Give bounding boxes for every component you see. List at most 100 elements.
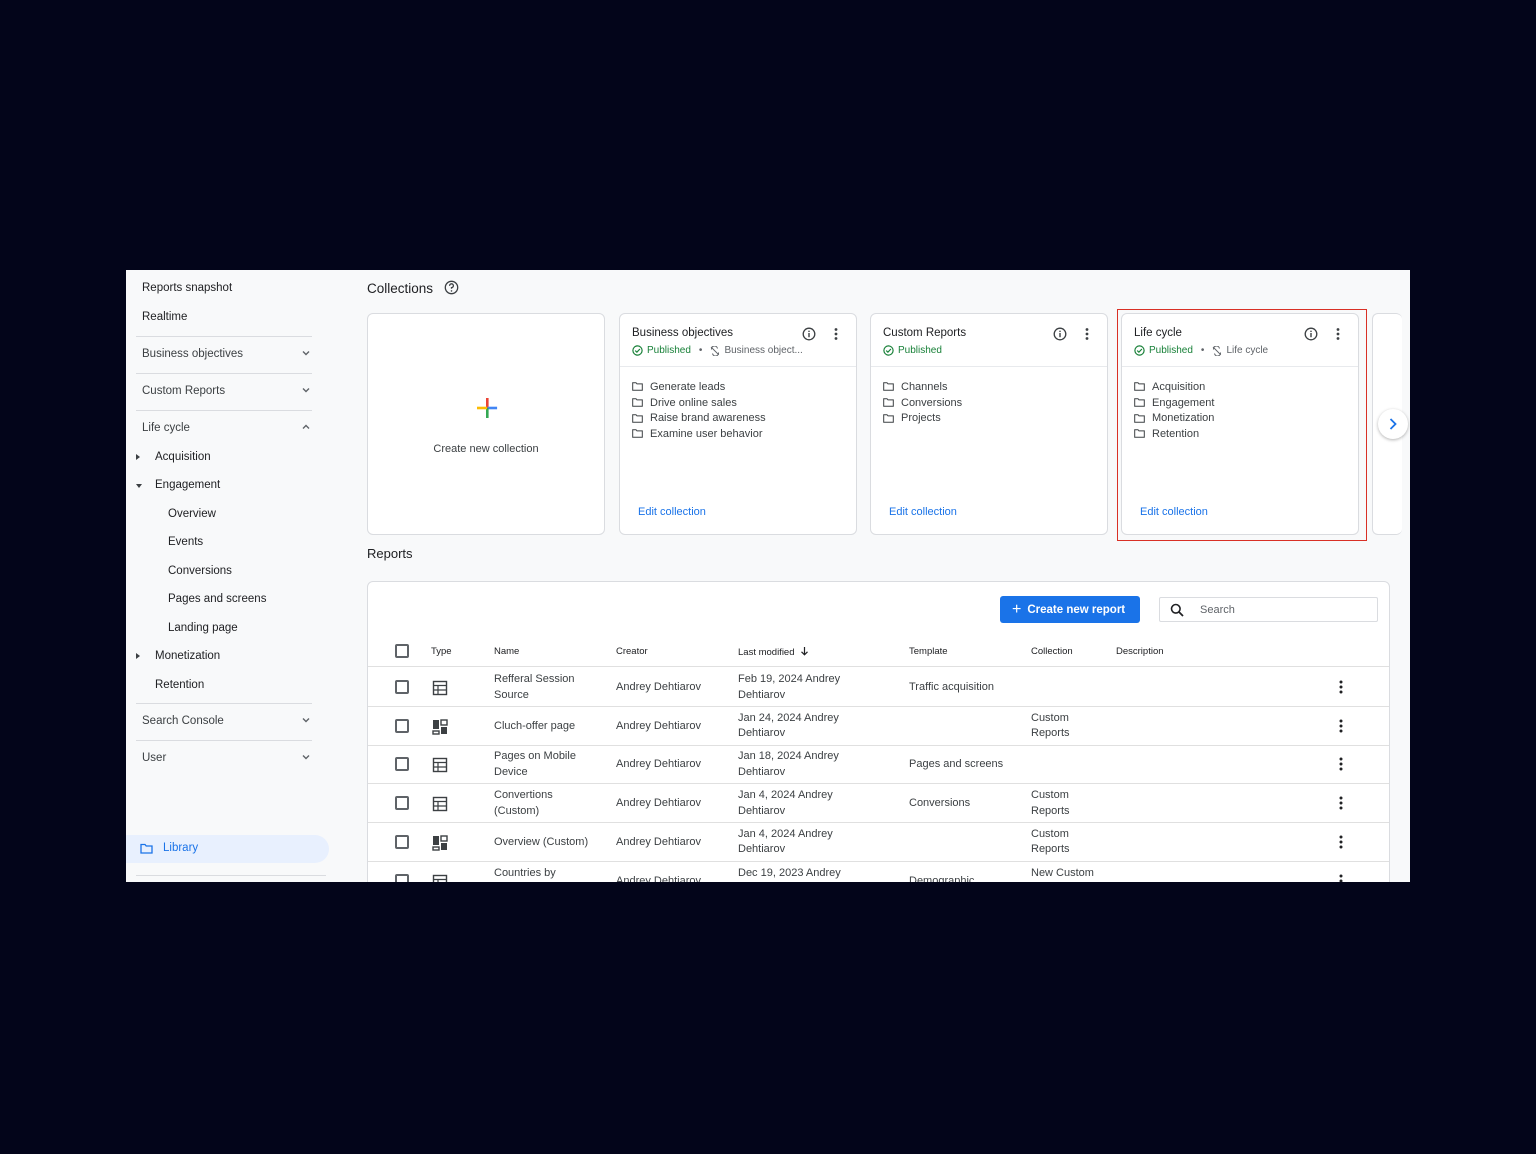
report-name-link[interactable]: Convertions (Custom) — [494, 788, 553, 819]
expand-arrow-icon[interactable] — [136, 653, 140, 659]
edit-collection-link[interactable]: Edit collection — [889, 506, 957, 518]
report-last-modified: Jan 4, 2024 Andrey Dehtiarov — [738, 827, 833, 858]
sidebar-section-custom-reports[interactable]: Custom Reports — [142, 385, 312, 397]
app-window: Reports snapshot Realtime Business objec… — [126, 270, 1410, 882]
check-circle-icon — [883, 345, 894, 356]
folder-label: Conversions — [901, 396, 963, 409]
cell-text: Jan 4, 2024 Andrey — [738, 827, 833, 840]
more-vert-icon[interactable] — [1339, 680, 1343, 694]
row-checkbox[interactable] — [395, 718, 409, 733]
table-row[interactable]: Convertions (Custom) Andrey Dehtiarov Jan 4… — [368, 784, 1389, 824]
cell-text: Custom — [1031, 711, 1069, 724]
row-checkbox[interactable] — [395, 680, 409, 694]
edit-collection-link[interactable]: Edit collection — [638, 506, 706, 518]
collection-card-custom-reports[interactable]: Custom Reports Published Channels Conver… — [870, 313, 1108, 535]
cell-text: Dehtiarov — [738, 727, 786, 740]
reports-heading: Reports — [367, 546, 413, 561]
column-header-last-modified[interactable]: Last modified — [738, 646, 809, 658]
folder-item: Projects — [883, 410, 962, 426]
sidebar-item-monetization[interactable]: Monetization — [155, 650, 220, 662]
folder-list: Generate leads Drive online sales Raise … — [632, 379, 766, 442]
table-row[interactable]: Cluch-offer page Andrey Dehtiarov Jan 24, … — [368, 707, 1389, 746]
table-icon — [432, 757, 448, 773]
sidebar-item-conversions[interactable]: Conversions — [168, 565, 232, 577]
chevron-up-icon — [302, 424, 310, 429]
search-placeholder: Search — [1200, 604, 1235, 616]
report-creator: Andrey Dehtiarov — [616, 797, 701, 810]
sidebar-item-events[interactable]: Events — [168, 536, 203, 548]
folder-icon — [632, 429, 643, 439]
expand-arrow-icon[interactable] — [136, 454, 140, 460]
column-header-creator[interactable]: Creator — [616, 646, 648, 657]
report-name-link[interactable]: Cluch-offer page — [494, 719, 575, 735]
next-collections-button[interactable] — [1378, 409, 1408, 439]
sidebar-item-acquisition[interactable]: Acquisition — [155, 451, 211, 463]
cell-text: Source — [494, 688, 529, 701]
sidebar-item-reports-snapshot[interactable]: Reports snapshot — [142, 282, 232, 294]
folder-icon — [140, 843, 153, 854]
info-icon[interactable] — [802, 327, 816, 341]
sidebar-item-landing-page[interactable]: Landing page — [168, 622, 238, 634]
cell-text: Jan 18, 2024 Andrey — [738, 750, 839, 763]
help-icon[interactable] — [444, 280, 459, 295]
more-vert-icon[interactable] — [1339, 757, 1343, 771]
column-header-name[interactable]: Name — [494, 646, 519, 657]
more-vert-icon[interactable] — [1339, 835, 1343, 849]
sidebar-section-search-console[interactable]: Search Console — [142, 715, 312, 727]
cell-text: Cluch-offer page — [494, 719, 576, 732]
row-checkbox[interactable] — [395, 796, 409, 811]
report-creator: Andrey Dehtiarov — [616, 758, 701, 771]
search-input[interactable]: Search — [1159, 597, 1378, 622]
cell-text: Custom — [1031, 827, 1069, 840]
column-header-collection[interactable]: Collection — [1031, 646, 1073, 657]
report-template: Demographic — [909, 874, 975, 883]
more-vert-icon[interactable] — [1339, 796, 1343, 810]
report-name-link[interactable]: Overview (Custom) — [494, 835, 588, 851]
more-vert-icon[interactable] — [830, 327, 842, 341]
collection-card-business-objectives[interactable]: Business objectives Published • Business… — [619, 313, 857, 535]
more-vert-icon[interactable] — [1339, 719, 1343, 733]
column-header-type[interactable]: Type — [431, 646, 452, 657]
collection-title: Business objectives — [632, 327, 733, 339]
report-last-modified: Feb 19, 2024 Andrey Dehtiarov — [738, 672, 840, 703]
row-checkbox[interactable] — [395, 834, 409, 849]
report-last-modified: Jan 18, 2024 Andrey Dehtiarov — [738, 749, 839, 780]
section-label: Life cycle — [142, 422, 190, 434]
info-icon[interactable] — [1053, 327, 1067, 341]
sidebar-item-pages-and-screens[interactable]: Pages and screens — [168, 593, 266, 605]
cell-text: Pages on Mobile — [494, 750, 576, 763]
sidebar-item-engagement[interactable]: Engagement — [155, 479, 220, 491]
sidebar-item-library[interactable]: Library — [126, 835, 329, 863]
collapse-arrow-icon[interactable] — [136, 484, 142, 488]
more-vert-icon[interactable] — [1339, 874, 1343, 883]
row-checkbox[interactable] — [395, 757, 409, 772]
select-all-checkbox[interactable] — [395, 644, 409, 658]
report-name-link[interactable]: Pages on Mobile Device — [494, 749, 576, 780]
cell-text: Jan 24, 2024 Andrey — [738, 711, 839, 724]
report-name-link[interactable]: Refferal Session Source — [494, 672, 575, 703]
sidebar-item-overview[interactable]: Overview — [168, 508, 216, 520]
library-label: Library — [163, 842, 199, 854]
sidebar-item-retention[interactable]: Retention — [155, 679, 204, 691]
folder-icon — [883, 413, 894, 423]
sidebar-section-user[interactable]: User — [142, 752, 312, 764]
table-row[interactable]: Overview (Custom) Andrey Dehtiarov Jan 4, … — [368, 823, 1389, 862]
column-header-description[interactable]: Description — [1116, 646, 1164, 657]
column-header-template[interactable]: Template — [909, 646, 948, 657]
cell-text: Dehtiarov — [738, 843, 786, 856]
create-collection-card[interactable]: Create new collection — [367, 313, 605, 535]
table-row[interactable]: Pages on Mobile Device Andrey Dehtiarov Jan… — [368, 745, 1389, 785]
sidebar-item-realtime[interactable]: Realtime — [142, 311, 187, 323]
more-vert-icon[interactable] — [1081, 327, 1093, 341]
sidebar-section-life-cycle[interactable]: Life cycle — [142, 422, 312, 434]
table-row[interactable]: Refferal Session Source Andrey Dehtiarov Fe… — [368, 668, 1389, 707]
sidebar-section-business-objectives[interactable]: Business objectives — [142, 348, 312, 360]
folder-label: Examine user behavior — [650, 427, 763, 440]
section-label: Business objectives — [142, 348, 243, 360]
folder-item: Generate leads — [632, 379, 766, 395]
create-new-report-button[interactable]: + Create new report — [1000, 596, 1140, 623]
report-name-link[interactable]: Countries byOrganic Traffic — [494, 866, 565, 883]
status-label: Published — [647, 345, 691, 356]
row-checkbox[interactable] — [395, 873, 409, 882]
table-row[interactable]: Countries byOrganic Traffic Andrey Dehtia… — [368, 862, 1389, 883]
